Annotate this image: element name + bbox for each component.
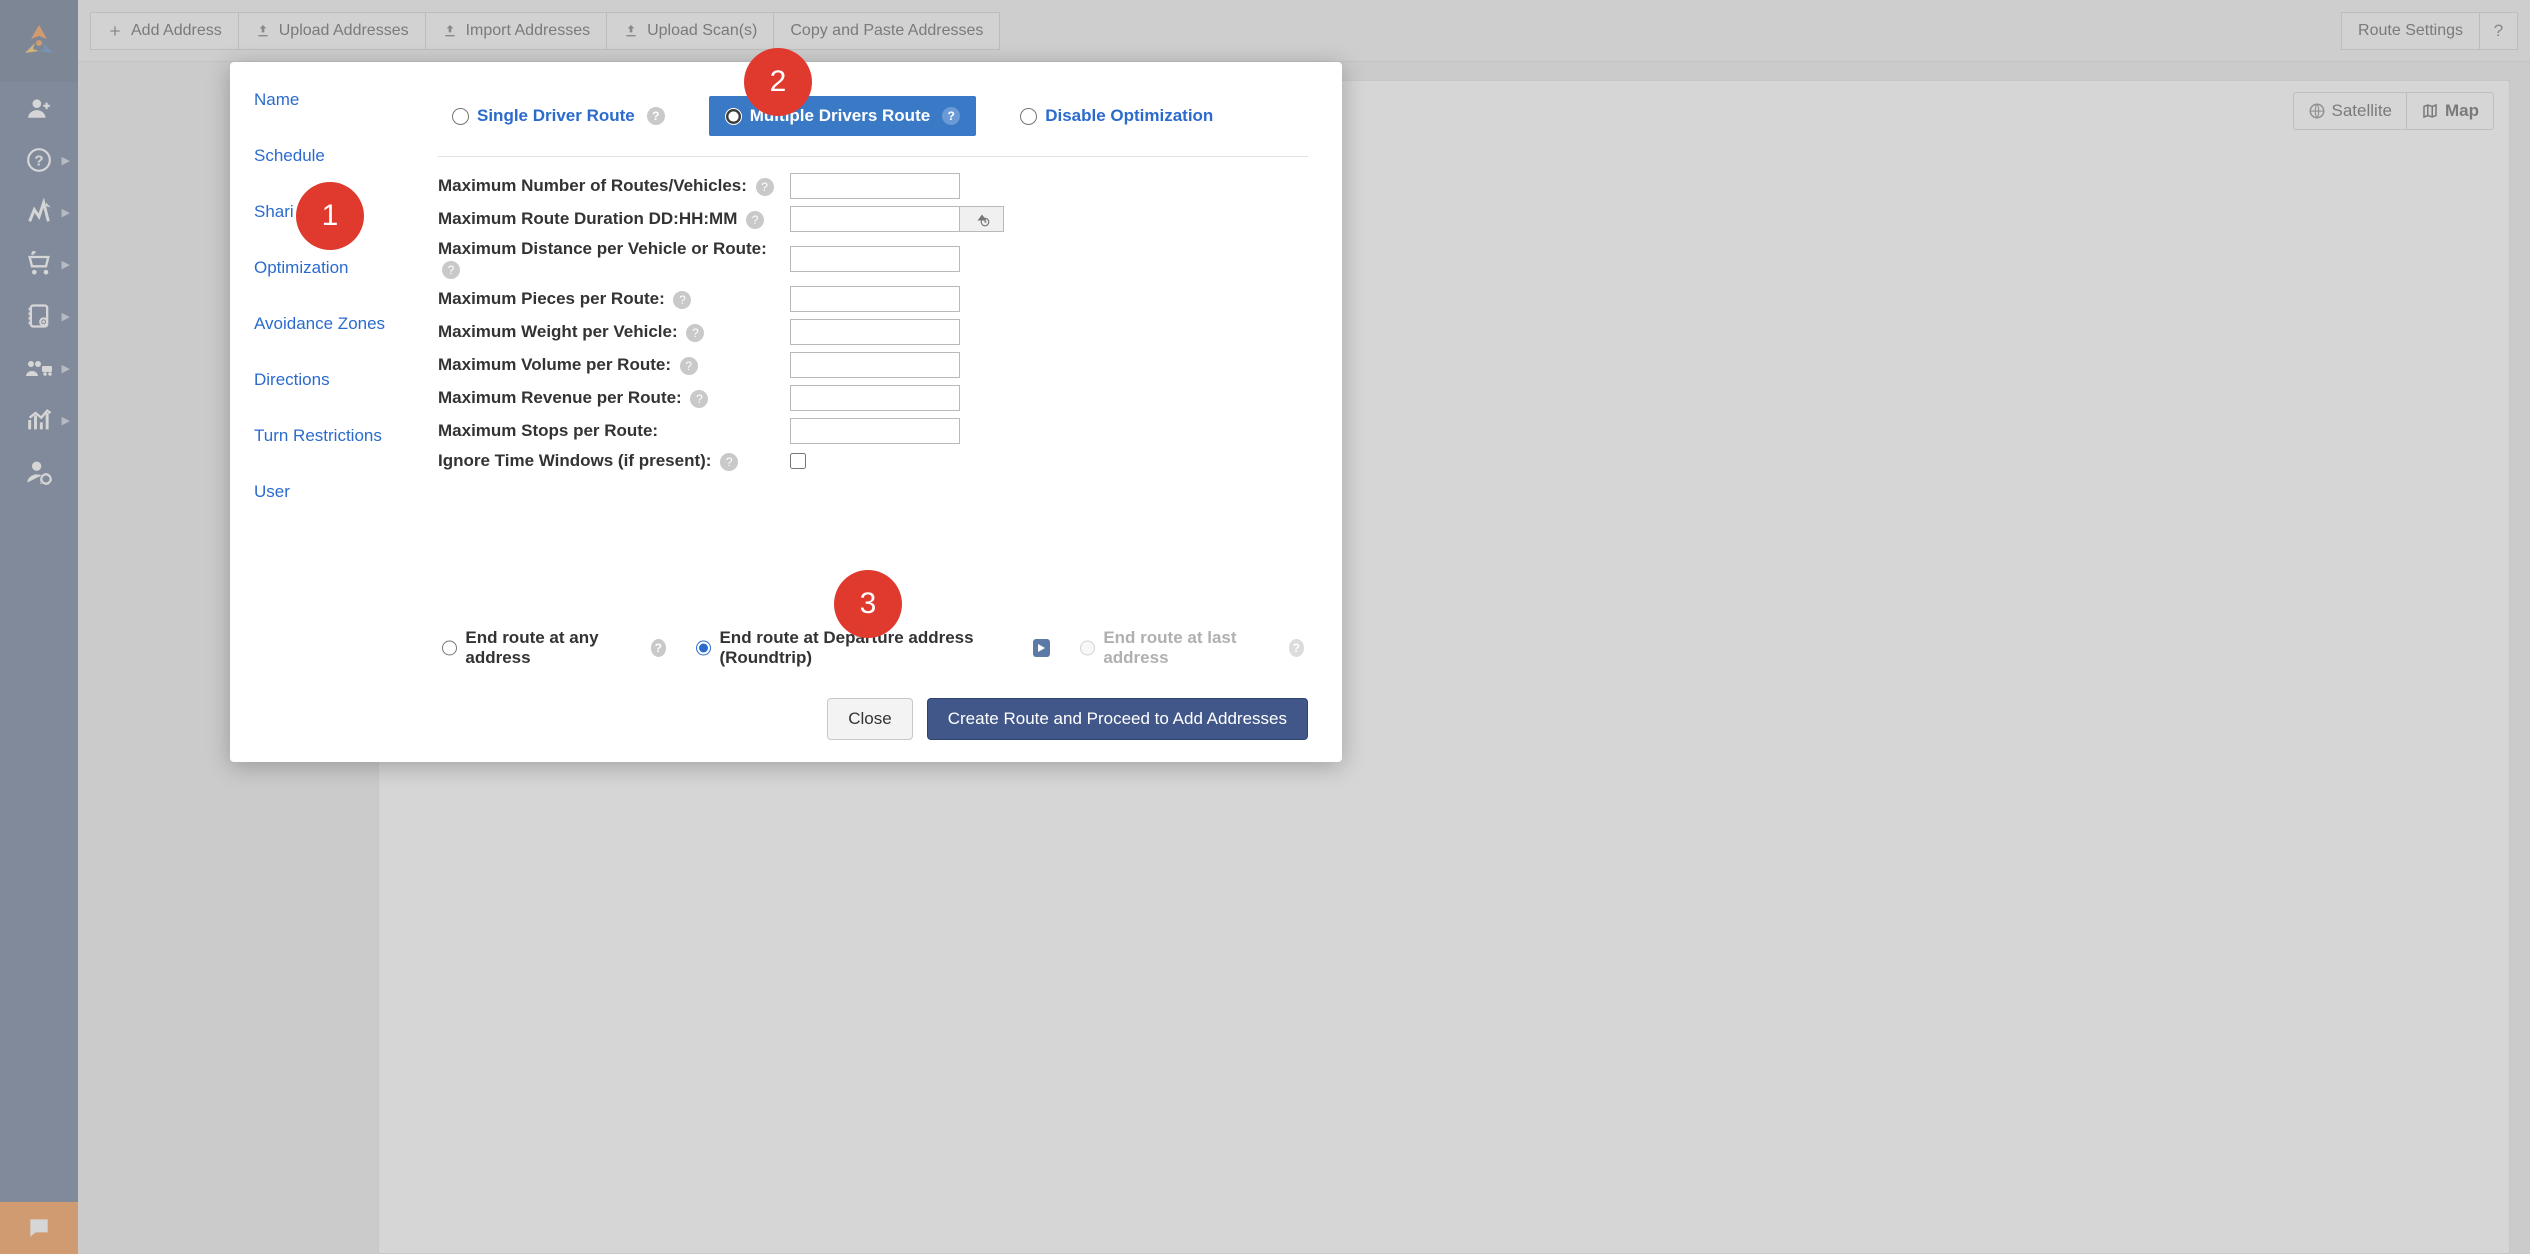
multiple-drivers-label: Multiple Drivers Route — [750, 106, 930, 126]
duration-picker-button[interactable] — [960, 206, 1004, 232]
help-icon[interactable]: ? — [680, 357, 698, 375]
help-icon[interactable]: ? — [720, 453, 738, 471]
video-help-icon[interactable] — [1033, 639, 1050, 657]
max-distance-label: Maximum Distance per Vehicle or Route: ? — [438, 239, 790, 279]
ignore-tw-checkbox[interactable] — [790, 453, 806, 469]
max-routes-label: Maximum Number of Routes/Vehicles: ? — [438, 176, 790, 196]
single-driver-radio[interactable]: Single Driver Route ? — [452, 106, 665, 126]
max-pieces-input[interactable] — [790, 286, 960, 312]
nav-schedule[interactable]: Schedule — [254, 146, 408, 202]
nav-name[interactable]: Name — [254, 90, 408, 146]
nav-directions[interactable]: Directions — [254, 370, 408, 426]
max-stops-input[interactable] — [790, 418, 960, 444]
multiple-drivers-wrap: Multiple Drivers Route ? — [709, 96, 976, 136]
help-icon[interactable]: ? — [942, 107, 960, 125]
nav-sharing[interactable]: Shari — [254, 202, 408, 258]
multiple-drivers-radio[interactable]: Multiple Drivers Route ? — [725, 106, 960, 126]
close-button[interactable]: Close — [827, 698, 912, 740]
end-any-radio[interactable]: End route at any address ? — [442, 628, 666, 668]
route-settings-modal: Name Schedule Shari Optimization Avoidan… — [230, 62, 1342, 762]
modal-footer: Close Create Route and Proceed to Add Ad… — [438, 686, 1308, 740]
end-route-row: End route at any address ? End route at … — [438, 610, 1308, 686]
modal-sidebar: Name Schedule Shari Optimization Avoidan… — [230, 62, 408, 762]
end-departure-label: End route at Departure address (Roundtri… — [719, 628, 1020, 668]
help-icon[interactable]: ? — [651, 639, 666, 657]
help-icon[interactable]: ? — [647, 107, 665, 125]
optimization-form: Maximum Number of Routes/Vehicles: ? Max… — [438, 173, 1308, 471]
route-type-row: Single Driver Route ? Multiple Drivers R… — [438, 90, 1308, 157]
nav-turn-restrictions[interactable]: Turn Restrictions — [254, 426, 408, 482]
max-routes-input[interactable] — [790, 173, 960, 199]
nav-user[interactable]: User — [254, 482, 408, 538]
single-driver-label: Single Driver Route — [477, 106, 635, 126]
end-last-label: End route at last address — [1103, 628, 1276, 668]
help-icon[interactable]: ? — [686, 324, 704, 342]
help-icon: ? — [1289, 639, 1304, 657]
ignore-tw-label: Ignore Time Windows (if present): ? — [438, 451, 790, 471]
max-volume-input[interactable] — [790, 352, 960, 378]
max-weight-input[interactable] — [790, 319, 960, 345]
nav-avoidance-zones[interactable]: Avoidance Zones — [254, 314, 408, 370]
help-icon[interactable]: ? — [442, 261, 460, 279]
nav-optimization[interactable]: Optimization — [254, 258, 408, 314]
disable-optimization-label: Disable Optimization — [1045, 106, 1213, 126]
help-icon[interactable]: ? — [690, 390, 708, 408]
max-revenue-input[interactable] — [790, 385, 960, 411]
modal-body: Single Driver Route ? Multiple Drivers R… — [408, 62, 1342, 762]
max-duration-label: Maximum Route Duration DD:HH:MM ? — [438, 209, 790, 229]
end-any-label: End route at any address — [465, 628, 638, 668]
max-pieces-label: Maximum Pieces per Route: ? — [438, 289, 790, 309]
max-volume-label: Maximum Volume per Route: ? — [438, 355, 790, 375]
max-duration-input[interactable] — [790, 206, 960, 232]
max-weight-label: Maximum Weight per Vehicle: ? — [438, 322, 790, 342]
disable-optimization-radio[interactable]: Disable Optimization — [1020, 106, 1213, 126]
end-last-radio: End route at last address ? — [1080, 628, 1304, 668]
max-revenue-label: Maximum Revenue per Route: ? — [438, 388, 790, 408]
help-icon[interactable]: ? — [673, 291, 691, 309]
create-route-button[interactable]: Create Route and Proceed to Add Addresse… — [927, 698, 1308, 740]
help-icon[interactable]: ? — [756, 178, 774, 196]
end-departure-radio[interactable]: End route at Departure address (Roundtri… — [696, 628, 1050, 668]
max-stops-label: Maximum Stops per Route: — [438, 421, 790, 441]
max-distance-input[interactable] — [790, 246, 960, 272]
help-icon[interactable]: ? — [746, 211, 764, 229]
